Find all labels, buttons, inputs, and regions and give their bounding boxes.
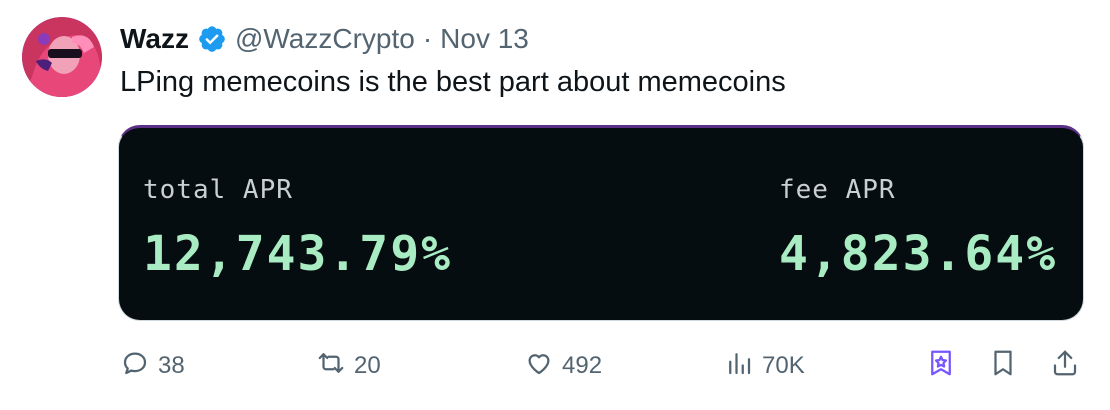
- author-handle[interactable]: @WazzCrypto: [235, 22, 415, 56]
- reply-button[interactable]: 38: [120, 346, 185, 386]
- share-icon: [1050, 348, 1080, 385]
- total-apr-metric: total APR 12,743.79%: [143, 174, 452, 282]
- tweet-actions: 38 20 492 70K: [120, 346, 1085, 386]
- avatar[interactable]: [22, 17, 102, 97]
- tweet-text: LPing memecoins is the best part about m…: [120, 66, 786, 98]
- separator-dot: ·: [422, 23, 433, 54]
- reply-icon: [120, 348, 150, 385]
- views-button[interactable]: 70K: [724, 346, 805, 386]
- retweet-button[interactable]: 20: [316, 346, 381, 386]
- fee-apr-metric: fee APR 4,823.64%: [779, 174, 1057, 282]
- retweet-icon: [316, 348, 346, 385]
- share-button[interactable]: [1050, 346, 1080, 386]
- reply-count: 38: [158, 352, 185, 379]
- total-apr-value: 12,743.79%: [143, 226, 452, 282]
- apr-card-image[interactable]: total APR 12,743.79% fee APR 4,823.64%: [118, 125, 1084, 321]
- fee-apr-value: 4,823.64%: [779, 226, 1058, 282]
- verified-badge-icon: [197, 24, 227, 54]
- tweet-date[interactable]: Nov 13: [440, 22, 529, 56]
- fee-apr-label: fee APR: [779, 175, 896, 205]
- like-count: 492: [562, 352, 603, 379]
- bookmark-icon: [988, 348, 1018, 385]
- tweet-header: Wazz @WazzCrypto · Nov 13: [120, 22, 529, 56]
- like-icon: [524, 348, 554, 385]
- total-apr-label: total APR: [143, 175, 293, 205]
- display-name[interactable]: Wazz: [120, 22, 189, 56]
- retweet-count: 20: [354, 352, 381, 379]
- grok-icon: [926, 348, 956, 385]
- bookmark-button[interactable]: [988, 346, 1018, 386]
- views-icon: [724, 348, 754, 385]
- like-button[interactable]: 492: [524, 346, 602, 386]
- grok-button[interactable]: [926, 346, 956, 386]
- views-count: 70K: [762, 352, 805, 379]
